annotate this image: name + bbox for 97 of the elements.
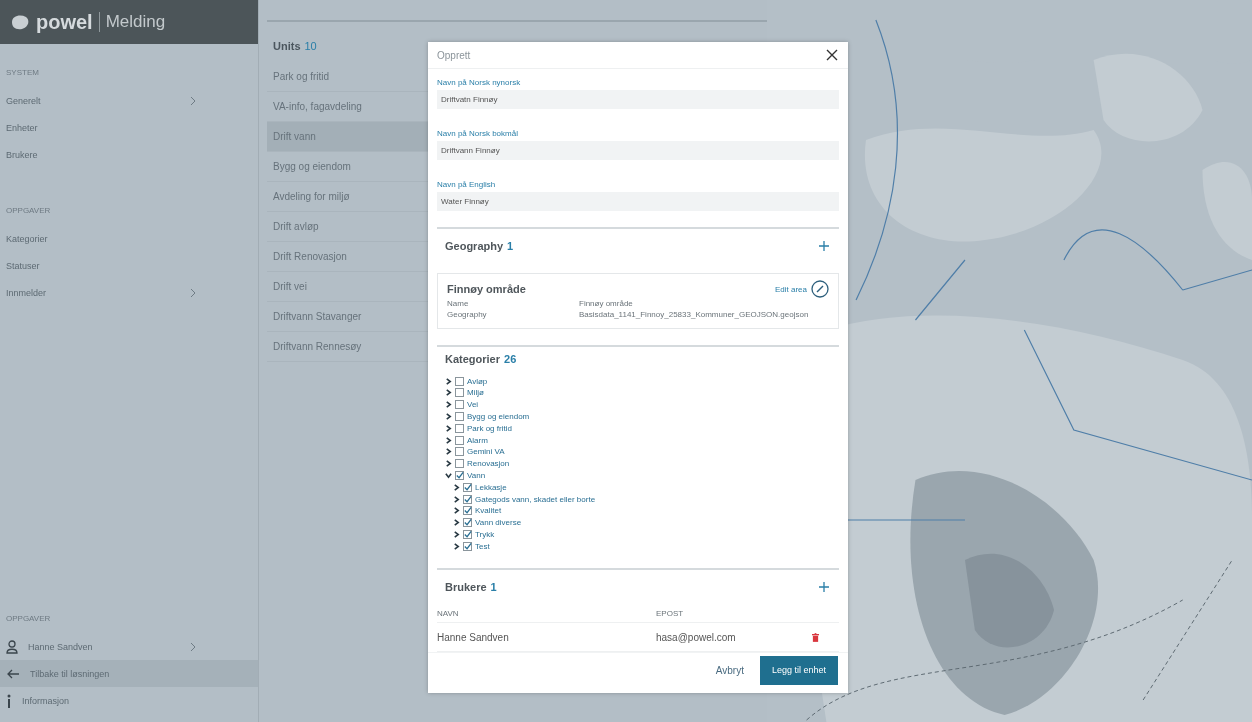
add-button[interactable]	[817, 239, 831, 254]
column-header: EPOST	[656, 608, 685, 618]
chevron-right-icon[interactable]	[453, 530, 460, 538]
menu-item[interactable]: Kategorier	[0, 225, 258, 252]
edit-area-link[interactable]: Edit area	[774, 284, 807, 294]
category-label: Vann	[467, 470, 486, 480]
count: 10	[304, 40, 317, 52]
chevron-down-icon[interactable]	[445, 471, 452, 479]
checkbox[interactable]	[463, 518, 472, 528]
field-label: Navn på English	[437, 180, 497, 190]
chevron-right-icon[interactable]	[445, 448, 452, 456]
checkbox[interactable]	[455, 423, 464, 433]
column-header: NAVN	[437, 608, 460, 618]
product-name: Melding	[105, 12, 166, 32]
add-button[interactable]	[817, 580, 831, 595]
category-label: Park og fritid	[467, 423, 512, 433]
category-label: Alarm	[467, 435, 488, 445]
menu-item[interactable]: Statuser	[0, 252, 258, 279]
chevron-right-icon[interactable]	[453, 507, 460, 515]
property-value: Basisdata_1141_Finnoy_25833_Kommuner_GEOJSON.geojson	[579, 309, 809, 321]
category-label: Miljø	[467, 388, 484, 398]
checkbox[interactable]	[455, 470, 464, 480]
property-name: Geography	[447, 309, 488, 321]
checkbox[interactable]	[455, 388, 464, 398]
checkbox[interactable]	[463, 482, 472, 492]
category-label: Kvalitet	[475, 506, 502, 516]
count: 1	[490, 581, 497, 594]
chevron-right-icon[interactable]	[445, 401, 452, 409]
category-label: Trykk	[475, 529, 495, 539]
table-cell-text: hasa@powel.com	[656, 631, 737, 643]
category-label: Renovasjon	[467, 459, 510, 469]
field-label: Navn på Norsk bokmål	[437, 129, 519, 139]
checkbox[interactable]	[455, 376, 464, 386]
chevron-right-icon	[190, 641, 196, 652]
count: 26	[504, 353, 517, 366]
checkbox[interactable]	[455, 400, 464, 410]
pencil-icon[interactable]	[811, 280, 829, 299]
section-title: Brukere	[445, 581, 487, 594]
menu-item[interactable]: Enheter	[0, 114, 258, 141]
category-label: Test	[475, 541, 490, 551]
chevron-right-icon	[190, 287, 196, 298]
panel-title: Units	[273, 40, 301, 52]
section-title: Geography	[445, 240, 504, 253]
chevron-right-icon[interactable]	[445, 424, 452, 432]
chevron-right-icon[interactable]	[445, 389, 452, 397]
checkbox[interactable]	[463, 506, 472, 516]
chevron-right-icon[interactable]	[445, 436, 452, 444]
count: 1	[507, 240, 514, 253]
brand-name: powel	[36, 10, 93, 34]
checkbox[interactable]	[463, 529, 472, 539]
checkbox[interactable]	[455, 447, 464, 457]
checkbox[interactable]	[455, 459, 464, 469]
submit-button[interactable]: Legg til enhet	[759, 655, 838, 685]
card-title: Finnøy område	[447, 283, 527, 296]
text-field[interactable]: Water Finnøy	[437, 192, 839, 212]
arrow-left-icon	[6, 668, 20, 679]
category-label: Bygg og eiendom	[467, 411, 530, 421]
menu-item[interactable]: Generelt	[0, 87, 258, 114]
chevron-right-icon[interactable]	[453, 483, 460, 491]
menu-item[interactable]: Informasjon	[0, 687, 258, 714]
menu-item[interactable]: Hanne Sandven	[0, 633, 258, 660]
cancel-button[interactable]: Avbryt	[709, 663, 750, 677]
category-label: Gategods vann, skadet eller borte	[475, 494, 596, 504]
field-label: Navn på Norsk nynorsk	[437, 78, 522, 88]
checkbox[interactable]	[455, 411, 464, 421]
section-heading: SYSTEM	[5, 67, 40, 79]
menu-item[interactable]: Tilbake til løsningen	[0, 660, 258, 687]
trash-icon[interactable]	[812, 632, 819, 642]
person-icon	[6, 639, 18, 654]
menu-item[interactable]: Brukere	[0, 141, 258, 168]
chevron-right-icon[interactable]	[453, 519, 460, 527]
checkbox[interactable]	[463, 494, 472, 504]
chevron-right-icon[interactable]	[445, 460, 452, 468]
category-label: Vann diverse	[475, 518, 522, 528]
logo-icon	[10, 14, 30, 30]
checkbox[interactable]	[463, 541, 472, 551]
menu-item[interactable]: Innmelder	[0, 279, 258, 306]
text-field[interactable]: Driftvatn Finnøy	[437, 90, 839, 110]
chevron-right-icon[interactable]	[453, 495, 460, 503]
section-heading: OPPGAVER	[5, 613, 52, 625]
category-label: Avløp	[467, 376, 488, 386]
section-heading: OPPGAVER	[5, 205, 52, 217]
info-icon	[6, 693, 12, 708]
table-cell-text: Hanne Sandven	[437, 631, 510, 643]
dialog-title: Opprett	[437, 49, 471, 61]
chevron-right-icon[interactable]	[445, 377, 452, 385]
property-value: Finnøy område	[579, 298, 633, 310]
checkbox[interactable]	[455, 435, 464, 445]
category-label: Vei	[467, 400, 479, 410]
property-name: Name	[447, 298, 470, 310]
chevron-right-icon	[190, 95, 196, 106]
category-label: Lekkasje	[475, 482, 507, 492]
category-label: Gemini VA	[467, 447, 505, 457]
section-title: Kategorier	[445, 353, 501, 366]
text-field[interactable]: Driftvann Finnøy	[437, 141, 839, 161]
chevron-right-icon[interactable]	[453, 542, 460, 550]
chevron-right-icon[interactable]	[445, 412, 452, 420]
